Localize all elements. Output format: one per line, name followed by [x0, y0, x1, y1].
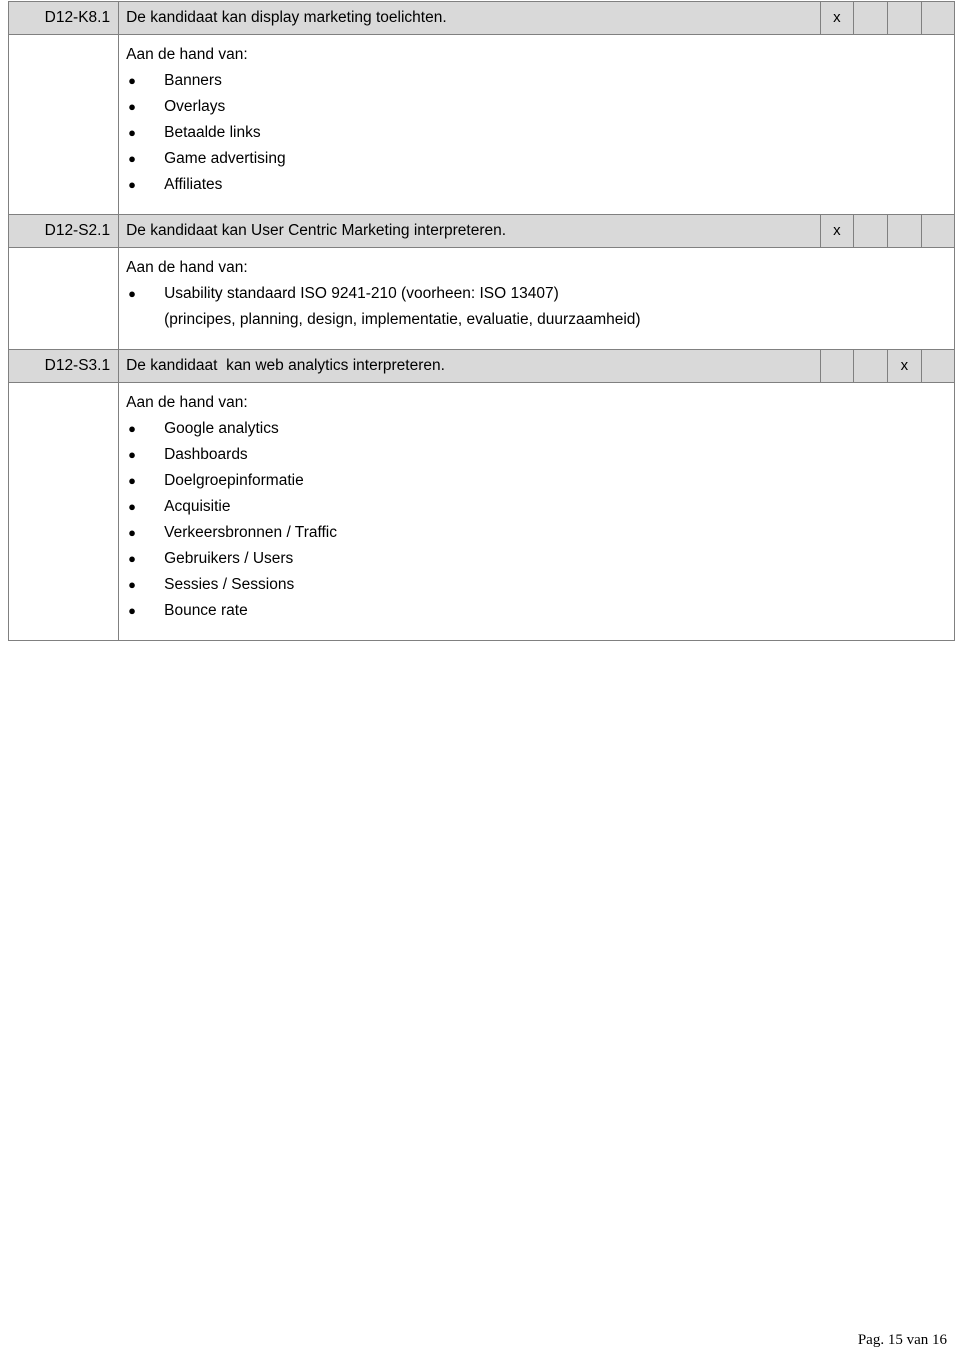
bullet-icon: ● [128, 73, 136, 88]
competency-detail-row: Aan de hand van: ● Usability standaard ISO… [7, 247, 955, 350]
level-checkbox[interactable] [819, 349, 854, 383]
competency-header-row: D12-S3.1 De kandidaat kan web analytics i… [7, 349, 956, 383]
bullet-icon: ● [128, 99, 136, 114]
competency-title: De kandidaat kan web analytics interpret… [118, 349, 821, 383]
list-item: ● Acquisitie [126, 494, 948, 520]
list-item-label: Verkeersbronnen / Traffic [164, 524, 338, 541]
detail-spacer-cell [7, 34, 120, 215]
bullet-icon: ● [128, 603, 136, 618]
list-item: ● Google analytics [126, 416, 948, 442]
document-page: D12-K8.1 De kandidaat kan display marketi… [0, 0, 960, 1361]
detail-item-list: ● Google analytics ● Dashboards ● Doelgroepin… [126, 416, 948, 624]
level-checkbox-marked[interactable]: x [886, 349, 922, 383]
list-item-label: Doelgroepinformatie [164, 472, 304, 489]
level-checkbox[interactable] [852, 349, 888, 383]
level-checkbox[interactable] [852, 214, 888, 248]
detail-lead-label: Aan de hand van: [126, 394, 248, 411]
list-item: ● Affiliates [126, 172, 948, 198]
bullet-icon: ● [128, 525, 136, 540]
list-item-label: Affiliates [164, 176, 223, 193]
detail-lead-label: Aan de hand van: [126, 46, 248, 63]
level-checkbox[interactable] [920, 1, 956, 35]
bullet-icon: ● [128, 151, 136, 166]
bullet-icon: ● [128, 447, 136, 462]
detail-spacer-cell [7, 247, 120, 350]
bullet-icon: ● [128, 473, 136, 488]
competency-header-row: D12-S2.1 De kandidaat kan User Centric Ma… [7, 214, 956, 248]
bullet-icon: ● [128, 421, 136, 436]
level-checkbox-marked[interactable]: x [819, 1, 854, 35]
bullet-icon: ● [128, 551, 136, 566]
level-checkbox[interactable] [852, 1, 888, 35]
level-checkbox-marked[interactable]: x [819, 214, 854, 248]
competency-table: D12-K8.1 De kandidaat kan display marketi… [7, 1, 956, 641]
detail-body-cell: Aan de hand van: ● Google analytics ● Dashbo… [118, 382, 955, 641]
list-item-label: Acquisitie [164, 498, 231, 515]
list-item-label: Dashboards [164, 446, 248, 463]
page-footer: Pag. 15 van 16 [857, 1332, 947, 1348]
list-item: ● Banners [126, 68, 948, 94]
bullet-icon: ● [128, 499, 136, 514]
level-checkbox[interactable] [886, 214, 922, 248]
level-checkbox[interactable] [920, 214, 956, 248]
detail-item-list: ● Banners ● Overlays ● Betaalde links ● Game ad… [126, 68, 948, 198]
list-item: ● Overlays [126, 94, 948, 120]
list-item: ● Sessies / Sessions [126, 572, 948, 598]
level-checkbox[interactable] [920, 349, 956, 383]
list-item-label: Google analytics [164, 420, 279, 437]
competency-title: De kandidaat kan display marketing toeli… [118, 1, 821, 35]
list-item-label: Banners [164, 72, 222, 89]
list-item-continuation: (principes, planning, design, implementa… [164, 311, 641, 328]
list-item-label: Game advertising [164, 150, 286, 167]
list-item: ● Doelgroepinformatie [126, 468, 948, 494]
level-checkbox[interactable] [886, 1, 922, 35]
list-item: ● Betaalde links [126, 120, 948, 146]
competency-title: De kandidaat kan User Centric Marketing … [118, 214, 821, 248]
list-item: ● Dashboards [126, 442, 948, 468]
bullet-icon: ● [128, 286, 136, 301]
competency-header-row: D12-K8.1 De kandidaat kan display marketi… [7, 1, 956, 35]
bullet-icon: ● [128, 177, 136, 192]
list-item-label: Gebruikers / Users [164, 550, 294, 567]
detail-spacer-cell [7, 382, 120, 641]
list-item-label: Overlays [164, 98, 226, 115]
detail-body-cell: Aan de hand van: ● Banners ● Overlays ● Betaal… [118, 34, 955, 215]
list-item-label: Sessies / Sessions [164, 576, 295, 593]
list-item-label: Usability standaard ISO 9241-210 (voorhe… [164, 285, 559, 302]
competency-detail-row: Aan de hand van: ● Banners ● Overlays ● Betaal… [7, 34, 955, 215]
list-item: ● Usability standaard ISO 9241-210 (voorh… [126, 281, 948, 333]
detail-item-list: ● Usability standaard ISO 9241-210 (voorh… [126, 281, 948, 333]
bullet-icon: ● [128, 125, 136, 140]
list-item: ● Bounce rate [126, 598, 948, 624]
competency-code: D12-S2.1 [7, 214, 120, 248]
bullet-icon: ● [128, 577, 136, 592]
competency-code: D12-S3.1 [7, 349, 120, 383]
list-item: ● Gebruikers / Users [126, 546, 948, 572]
list-item-label: Bounce rate [164, 602, 248, 619]
detail-body-cell: Aan de hand van: ● Usability standaard ISO… [118, 247, 955, 350]
list-item: ● Verkeersbronnen / Traffic [126, 520, 948, 546]
detail-lead-label: Aan de hand van: [126, 259, 248, 276]
list-item-label: Betaalde links [164, 124, 261, 141]
competency-detail-row: Aan de hand van: ● Google analytics ● Dashbo… [7, 382, 955, 641]
competency-code: D12-K8.1 [7, 1, 120, 35]
list-item: ● Game advertising [126, 146, 948, 172]
